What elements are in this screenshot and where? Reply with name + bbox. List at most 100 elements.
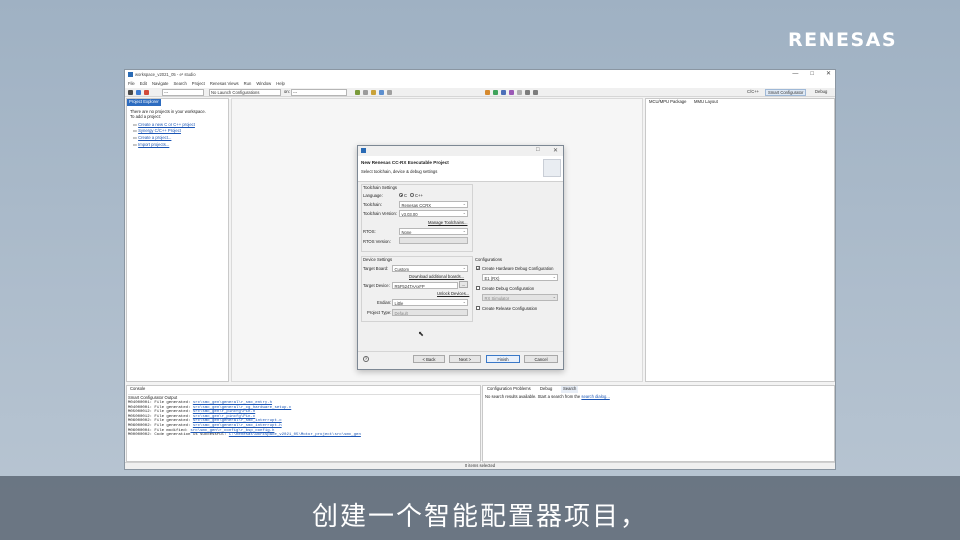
console-line-code: M06000004: File modified: [128,428,189,433]
menubar: File Edit Navigate Search Project Renesa… [125,80,835,88]
tab-mcu-package[interactable]: MCU/MPU Package [647,99,688,106]
stop-icon[interactable] [144,89,149,95]
navigate-forward-icon[interactable] [533,89,538,95]
toolchain-version-select[interactable]: v3.03.00 [399,210,468,217]
tab-project-explorer[interactable]: Project Explorer [127,99,161,106]
perspective-debug[interactable]: Debug [813,89,829,96]
menu-edit[interactable]: Edit [140,80,147,88]
search-panel: Configuration Problems Debug Search No s… [482,385,835,462]
console-line-code: M04000001: File generated: [128,405,191,410]
tab-search[interactable]: Search [561,386,579,393]
search-dialog-link[interactable]: search dialog... [581,394,609,399]
target-device-input[interactable]: R5F524TAAxFP [392,282,458,289]
dialog-close-button[interactable]: ✕ [553,147,558,154]
console-panel: Console Smart Configurator Output M04000… [126,385,481,462]
minimize-button[interactable]: — [792,71,798,78]
download-boards-link[interactable]: Download additional boards... [409,274,464,279]
menu-navigate[interactable]: Navigate [152,80,169,88]
rtos-select[interactable]: None [399,228,468,235]
add-project-message: To add a project: [130,113,161,119]
browse-device-button[interactable]: … [459,281,468,288]
project-type-label: Project Type: [367,310,392,315]
folder-icon[interactable] [371,89,376,95]
video-subtitle: 创建一个智能配置器项目， [311,502,648,532]
tab-mmu-layout[interactable]: MMU Layout [692,99,720,106]
play-icon[interactable] [493,89,498,95]
back-button[interactable]: < Back [413,355,445,363]
console-line: M00000002: Code generation is successful… [128,433,478,438]
dialog-title: New Renesas CC-RX Executable Project [361,160,449,165]
debug-config-select[interactable]: RX Simulator [482,294,558,301]
debug-icon[interactable] [136,89,141,95]
console-line-path-link[interactable]: src\smc_gen\general\r_smc_interrupt.h [193,424,282,428]
rtos-version-label: RTOS Version: [363,239,391,244]
launch-target-combo[interactable]: --- [291,89,347,96]
console-line-path-link[interactable]: src\smc_gen\r_pincfg\Pin.h [193,410,255,414]
toolchain-select[interactable]: Renesas CCRX [399,201,468,208]
debug-config-checkbox[interactable] [476,286,480,290]
dialog-maximize-button[interactable]: □ [536,147,540,153]
target-board-label: Target Board: [363,266,389,271]
close-button[interactable]: ✕ [826,71,831,78]
unlock-devices-link[interactable]: Unlock Devices... [437,291,469,296]
language-c-radio[interactable] [399,193,403,197]
import-projects-link[interactable]: Import projects... [138,142,169,147]
rtos-version-select[interactable] [399,237,468,244]
menu-run[interactable]: Run [244,80,252,88]
hw-debug-select[interactable]: E1 (RX) [482,274,558,281]
dialog-app-icon [361,148,366,153]
perspective-cpp[interactable]: C/C++ [745,89,761,96]
save-icon[interactable] [363,89,368,95]
print-icon[interactable] [387,89,392,95]
maximize-button[interactable]: □ [810,71,814,78]
manage-toolchains-link[interactable]: Manage Toolchains... [428,220,468,225]
create-project-link[interactable]: Create a project... [138,135,171,140]
finish-button[interactable]: Finish [486,355,520,363]
config-icon[interactable] [509,89,514,95]
launch-mode-combo[interactable]: --- [162,89,204,96]
release-config-checkbox[interactable] [476,306,480,310]
tab-console[interactable]: Console [128,386,147,393]
console-line-path-link[interactable]: src\smc_gen\general\r_cg_hardware_setup.… [193,406,291,410]
console-line-path-link[interactable]: src\smc_gen\r_config\r_bsp_config.h [190,429,274,433]
menu-window[interactable]: Window [256,80,271,88]
create-c-project-link[interactable]: Create a new C or C++ project [138,122,195,127]
menu-search[interactable]: Search [174,80,187,88]
perspective-smart-configurator[interactable]: Smart Configurator [765,89,807,96]
chip-icon[interactable] [485,89,490,95]
console-line-path-link[interactable]: src\smc_gen\general\r_smc_entry.h [193,401,272,405]
search-icon[interactable] [517,89,522,95]
wizard-banner-icon [543,159,561,177]
toolchain-version-label: Toolchain Version: [363,211,397,216]
toolchain-label: Toolchain: [363,202,382,207]
tab-configuration-problems[interactable]: Configuration Problems [485,386,533,393]
new-icon[interactable] [379,89,384,95]
project-type-select[interactable]: Default [392,309,468,316]
help-icon[interactable]: ? [363,356,369,362]
run-icon[interactable] [355,89,360,95]
tab-debug[interactable]: Debug [538,386,554,393]
console-line-path-link[interactable]: C:\Renesas\workspace_v2021_05\Motor_proj… [229,433,361,437]
target-board-select[interactable]: Custom [392,265,468,272]
step-icon[interactable] [501,89,506,95]
project-explorer-panel: Project Explorer There are no projects i… [126,98,229,382]
menu-project[interactable]: Project [192,80,205,88]
toolchain-settings-heading: Toolchain Settings [363,185,397,190]
console-line-path-link[interactable]: src\smc_gen\general\r_smc_interrupt.c [193,419,282,423]
next-button[interactable]: Next > [449,355,481,363]
language-cpp-radio[interactable] [410,193,414,197]
console-line-code: M00000002: Code generation is successful… [128,433,227,438]
cancel-button[interactable]: Cancel [524,355,558,363]
endian-select[interactable]: Little [392,299,468,306]
launch-config-combo[interactable]: No Launch Configurations [209,89,281,96]
navigate-back-icon[interactable] [525,89,530,95]
menu-file[interactable]: File [128,80,135,88]
console-output: M04000001: File generated: src\smc_gen\g… [128,401,478,438]
menu-help[interactable]: Help [276,80,285,88]
hw-debug-checkbox[interactable]: ✓ [476,266,480,271]
search-empty-message: No search results available. Start a sea… [485,394,581,399]
menu-renesas-views[interactable]: Renesas Views [210,80,239,88]
hammer-icon[interactable] [128,89,133,95]
hw-debug-label: Create Hardware Debug Configuration [482,266,554,271]
synergy-project-link[interactable]: Synergy C/C++ Project [138,128,181,134]
